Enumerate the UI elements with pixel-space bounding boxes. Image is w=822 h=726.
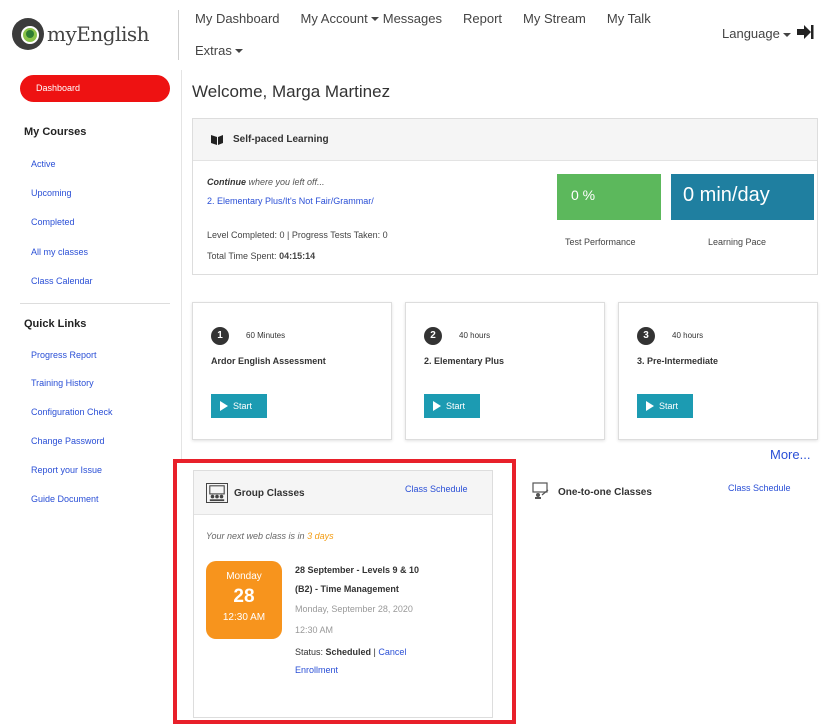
course-title: 3. Pre-Intermediate [637,356,719,366]
sidebar-item-progress-report[interactable]: Progress Report [31,350,97,360]
sidebar-item-configuration-check[interactable]: Configuration Check [31,407,113,417]
nav-my-talk[interactable]: My Talk [607,11,651,26]
next-class-prefix: Your next web class is in [206,531,308,541]
content-divider [181,70,182,460]
course-duration: 60 Minutes [246,331,286,340]
sidebar-item-dashboard[interactable]: Dashboard [20,75,170,102]
continue-bold: Continue [207,177,246,187]
course-title: 2. Elementary Plus [424,356,505,366]
start-button[interactable]: Start [637,394,693,418]
caret-down-icon [782,32,791,37]
nav-my-stream[interactable]: My Stream [523,11,586,26]
class-date-tile[interactable]: Monday 28 12:30 AM [206,561,282,639]
self-paced-learning-panel: Self-paced Learning Continue where you l… [192,118,818,275]
logo-text: myEnglish [47,22,149,46]
globe-logo-icon [12,18,44,50]
nav-my-dashboard[interactable]: My Dashboard [195,11,280,26]
status-label: Status: [295,647,324,657]
learning-pace-label: Learning Pace [708,237,767,247]
course-card-3: 3 40 hours 3. Pre-Intermediate Start [618,302,818,440]
sidebar-item-training-history[interactable]: Training History [31,378,94,388]
group-classes-panel: Group Classes Class Schedule Your next w… [193,470,493,718]
cancel-enrollment-link[interactable]: Cancel [378,647,406,657]
sidebar-item-completed[interactable]: Completed [31,217,75,227]
nav-my-account[interactable]: My Account [301,11,379,26]
sign-out-icon[interactable] [796,24,814,40]
continue-text: Continue where you left off... [207,177,325,187]
step-number: 2 [424,327,442,345]
page-title: Welcome, Marga Martinez [192,82,391,101]
status-value: Scheduled [325,647,372,657]
continue-rest: where you left off... [246,177,325,187]
quick-links-heading: Quick Links [24,318,87,330]
step-number: 1 [211,327,229,345]
sidebar-item-active[interactable]: Active [31,159,56,169]
nav-report[interactable]: Report [463,11,502,26]
sidebar: Dashboard My Courses Active Upcoming Com… [0,70,180,726]
continue-course-link[interactable]: 2. Elementary Plus/It's Not Fair/Grammar… [207,196,374,206]
course-title: Ardor English Assessment [211,356,326,366]
learning-pace-tile: 0 min/day [671,174,814,220]
event-status-cont: Enrollment [295,665,338,675]
course-duration: 40 hours [672,331,704,340]
start-button[interactable]: Start [424,394,480,418]
more-courses-link[interactable]: More... [770,447,810,462]
total-time-spent: Total Time Spent: 04:15:14 [207,251,315,261]
main-nav: My Dashboard My Account Messages Report … [195,8,695,60]
nav-extras[interactable]: Extras [195,43,243,58]
start-button[interactable]: Start [211,394,267,418]
event-title-line2: (B2) - Time Management [295,584,399,594]
course-duration: 40 hours [459,331,491,340]
language-dropdown[interactable]: Language [722,26,791,41]
level-completed-text: Level Completed: 0 | Progress Tests Take… [207,230,388,240]
one-to-one-schedule-link[interactable]: Class Schedule [728,483,791,493]
nav-extras-label: Extras [195,42,232,58]
my-courses-heading: My Courses [24,126,87,138]
one-to-one-title: One-to-one Classes [558,487,652,498]
sidebar-item-change-password[interactable]: Change Password [31,436,105,446]
caret-down-icon [234,49,243,54]
book-icon [211,135,223,145]
cancel-enrollment-link-cont[interactable]: Enrollment [295,665,338,675]
self-paced-title: Self-paced Learning [233,134,329,145]
next-class-days: 3 days [307,531,334,541]
class-time: 12:30 AM [222,612,266,623]
sidebar-item-upcoming[interactable]: Upcoming [31,188,72,198]
sidebar-item-guide-document[interactable]: Guide Document [31,494,99,504]
event-time: 12:30 AM [295,625,334,635]
classroom-icon [206,483,228,503]
group-class-schedule-link[interactable]: Class Schedule [405,484,468,494]
sidebar-item-all-my-classes[interactable]: All my classes [31,247,88,257]
course-card-2: 2 40 hours 2. Elementary Plus Start [405,302,605,440]
sidebar-divider [20,303,170,304]
tutor-board-icon [532,482,549,499]
course-card-1: 1 60 Minutes Ardor English Assessment St… [192,302,392,440]
sidebar-item-class-calendar[interactable]: Class Calendar [31,276,93,286]
event-title-line1: 28 September - Levels 9 & 10 [295,565,420,575]
logo[interactable]: myEnglish [12,18,149,50]
self-paced-header: Self-paced Learning [193,119,817,161]
test-performance-label: Test Performance [565,237,636,247]
sidebar-item-report-issue[interactable]: Report your Issue [31,465,102,475]
nav-messages[interactable]: Messages [383,11,442,26]
nav-my-account-label: My Account [300,10,368,26]
next-class-text: Your next web class is in 3 days [206,531,334,541]
class-day: Monday [226,571,262,582]
time-spent-label: Total Time Spent: [207,251,277,261]
group-classes-title: Group Classes [234,488,305,499]
event-date: Monday, September 28, 2020 [295,604,413,614]
test-performance-tile: 0 % [557,174,661,220]
one-to-one-classes-header: One-to-one Classes Class Schedule [520,472,818,512]
step-number: 3 [637,327,655,345]
top-header: myEnglish My Dashboard My Account Messag… [0,0,822,66]
language-label: Language [722,26,780,41]
event-status: Status: Scheduled | Cancel [295,647,407,657]
caret-down-icon [370,17,379,22]
group-classes-header: Group Classes Class Schedule [194,471,492,515]
time-spent-value: 04:15:14 [279,251,316,261]
class-date: 28 [233,586,255,607]
header-divider [178,10,179,60]
